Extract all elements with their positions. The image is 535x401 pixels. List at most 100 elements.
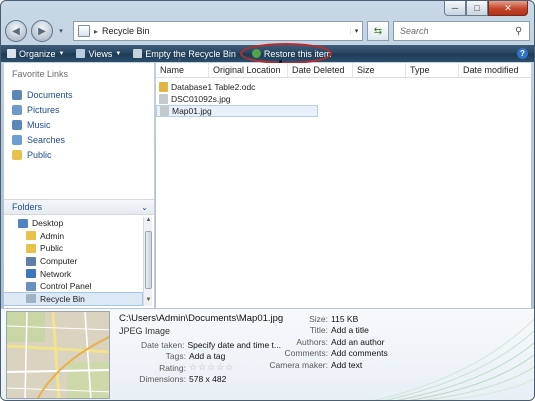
breadcrumb-recycle-bin[interactable]: Recycle Bin [102,26,346,36]
file-name: DSC01092s.jpg [171,94,231,104]
column-name[interactable]: Name [156,59,209,77]
refresh-icon: ⇆ [373,25,383,37]
file-row[interactable]: DSC01092s.jpg [156,93,318,105]
tree-item-control-panel[interactable]: Control Panel [4,280,142,293]
minimize-button[interactable]: ─ [444,1,466,16]
navigation-pane: Favorite Links Documents Pictures Music Sea… [3,63,155,308]
file-list: Database1 Table2.odc DSC01092s.jpg Map01.j… [156,78,531,117]
folder-tree-scrollbar[interactable]: ▲ ▼ [143,217,152,306]
back-button[interactable]: ◀ [5,20,27,42]
forward-arrow-icon: ▶ [38,25,46,37]
recycle-bin-icon [78,25,90,37]
pictures-icon [12,104,22,115]
column-headers: Name Original Location Date Deleted Size… [156,59,531,78]
tree-item-label: Network [40,268,72,279]
favorite-link-pictures[interactable]: Pictures [4,102,154,117]
restore-item-button[interactable]: Restore this item [239,42,336,64]
rating-stars-icon[interactable]: ☆☆☆☆☆ [189,362,234,373]
empty-recycle-bin-button[interactable]: Empty the Recycle Bin [133,49,236,59]
property-value[interactable]: Add text [331,360,362,370]
folders-label: Folders [12,202,43,212]
favorite-links-heading: Favorite Links [12,69,69,79]
chevron-down-icon: ▼ [58,50,65,57]
column-type[interactable]: Type [406,63,459,77]
caption-buttons: ─ □ ✕ [444,1,528,16]
help-button[interactable]: ? [517,48,528,59]
column-original-location[interactable]: Original Location [209,63,288,77]
favorite-link-documents[interactable]: Documents [4,87,154,102]
file-name: Map01.jpg [172,106,212,116]
property-value[interactable]: 578 x 482 [189,374,226,384]
jpg-file-icon [160,106,169,116]
file-name: Database1 Table2.odc [171,82,256,92]
desktop-icon [18,218,28,228]
column-date-deleted[interactable]: Date Deleted [288,63,353,77]
file-row[interactable]: Map01.jpg [156,105,318,117]
back-arrow-icon: ◀ [12,25,20,37]
favorite-link-label: Pictures [27,104,60,115]
tree-item-computer[interactable]: Computer [4,255,142,268]
address-dropdown-icon[interactable]: ▾ [350,27,362,35]
favorite-link-music[interactable]: Music [4,117,154,132]
property-row: Dimensions: 578 x 482 [119,374,281,386]
file-row[interactable]: Database1 Table2.odc [156,81,318,93]
favorite-link-searches[interactable]: Searches [4,132,154,147]
recent-pages-dropdown[interactable]: ▾ [57,27,65,35]
property-row: Authors: Add an author [263,336,413,348]
tree-item-recycle-bin[interactable]: Recycle Bin [3,291,143,307]
property-row: Tags: Add a tag [119,351,281,363]
file-list-pane: Name Original Location Date Deleted Size… [156,59,531,308]
search-icon[interactable]: ⚲ [515,26,529,37]
restore-icon [251,49,261,58]
favorite-link-public[interactable]: Public [4,147,154,162]
property-label: Rating: [159,362,186,373]
tree-item-public[interactable]: Public [4,242,142,255]
music-icon [12,119,22,130]
property-label: Title: [309,325,328,336]
views-button[interactable]: Views ▼ [76,49,121,59]
scroll-thumb[interactable] [145,231,152,289]
maximize-button[interactable]: □ [466,1,488,16]
property-value[interactable]: 115 KB [331,314,358,324]
property-label: Date taken: [140,339,185,350]
column-size[interactable]: Size [353,63,406,77]
folder-icon [26,243,36,253]
organize-label: Organize [19,48,56,59]
property-value[interactable]: Add comments [331,348,388,358]
tree-item-network[interactable]: Network [4,267,142,280]
property-value[interactable]: Add an author [331,337,384,347]
scroll-down-icon[interactable]: ▼ [144,297,153,306]
favorite-links-list: Documents Pictures Music Searches Public [4,87,154,162]
views-icon [76,49,86,58]
property-row: Rating: ☆☆☆☆☆ [119,362,281,374]
property-row: Size: 115 KB [263,313,413,325]
address-bar[interactable]: ▸ Recycle Bin ▾ [73,21,363,41]
refresh-button[interactable]: ⇆ [367,21,389,41]
details-filename: C:\Users\Admin\Documents\Map01.jpg [119,313,284,324]
favorite-link-label: Searches [27,134,66,145]
folders-header[interactable]: Folders ⌄ [4,199,154,215]
navigation-row: ◀ ▶ ▾ ▸ Recycle Bin ▾ ⇆ Search ⚲ [5,19,530,43]
command-toolbar: Organize ▼ Views ▼ Empty the Recycle Bin… [1,42,534,64]
favorite-link-label: Documents [27,89,73,100]
chevron-down-icon[interactable]: ⌄ [141,203,148,212]
organize-icon [7,49,16,58]
close-button[interactable]: ✕ [488,1,528,16]
breadcrumb-separator[interactable]: ▸ [94,27,98,36]
forward-button[interactable]: ▶ [31,20,53,42]
scroll-up-icon[interactable]: ▲ [144,217,153,226]
property-label: Size: [309,313,328,324]
public-folder-icon [12,149,22,160]
property-value[interactable]: Add a tag [189,351,225,361]
tree-item-desktop[interactable]: Desktop [4,217,142,230]
odc-file-icon [159,82,168,92]
recycle-bin-icon [26,294,36,304]
map-thumbnail [6,311,110,399]
column-date-modified[interactable]: Date modified [459,63,531,77]
organize-button[interactable]: Organize ▼ [7,49,64,59]
searches-icon [12,134,22,145]
tree-item-admin[interactable]: Admin [4,230,142,243]
search-input[interactable]: Search ⚲ [393,21,530,41]
property-value[interactable]: Add a title [331,325,369,335]
property-row: Camera maker: Add text [263,359,413,371]
